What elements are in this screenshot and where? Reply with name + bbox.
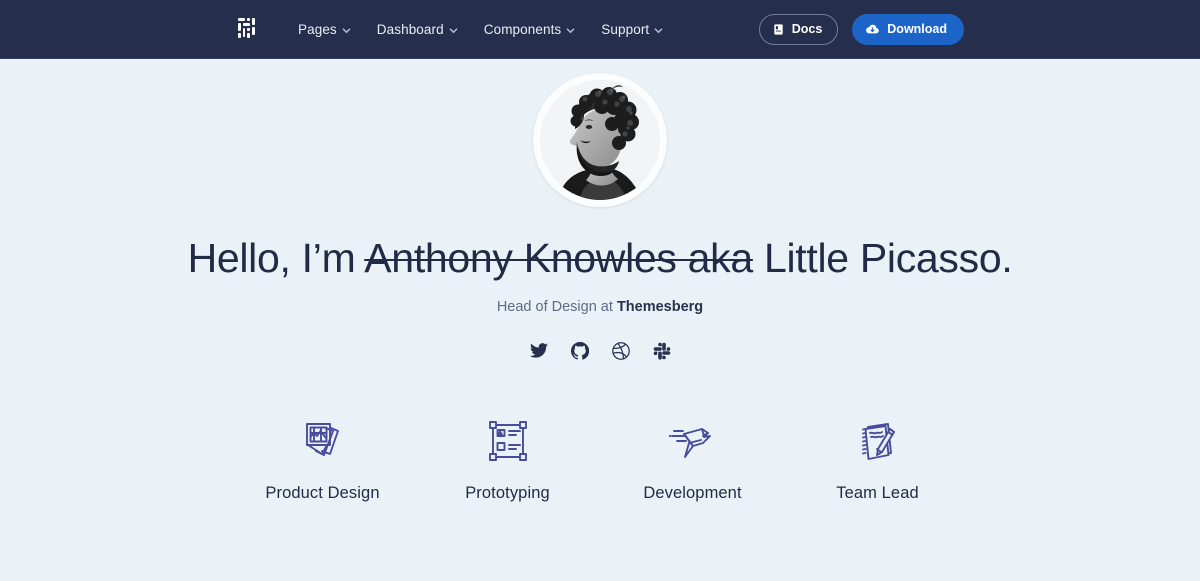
nav-item-components[interactable]: Components bbox=[484, 22, 576, 37]
nav-item-label: Pages bbox=[298, 21, 337, 37]
navbar-container: Pages Dashboard Components Support Docs … bbox=[0, 0, 1200, 58]
social-links bbox=[0, 341, 1200, 361]
nav-item-label: Support bbox=[601, 21, 650, 37]
twitter-icon[interactable] bbox=[529, 341, 549, 361]
skill-label: Development bbox=[643, 484, 742, 503]
subtitle-role: Head of Design at bbox=[496, 299, 617, 316]
brand-logo[interactable] bbox=[236, 16, 262, 42]
nav-item-support[interactable]: Support bbox=[601, 22, 663, 37]
avatar-image bbox=[540, 80, 660, 200]
skill-item-product-design[interactable]: Product Design bbox=[230, 410, 415, 503]
navbar-actions: Docs Download bbox=[758, 13, 964, 45]
chevron-down-icon bbox=[449, 26, 458, 35]
skill-label: Prototyping bbox=[465, 484, 550, 503]
headline-prefix: Hello, I’m bbox=[187, 235, 365, 281]
headline-struck-name: Anthony Knowles aka bbox=[364, 235, 753, 281]
skill-label: Team Lead bbox=[836, 484, 919, 503]
cloud-download-icon bbox=[865, 23, 880, 36]
hero-section: Hello, I’m Anthony Knowles aka Little Pi… bbox=[0, 59, 1200, 503]
page-title: Hello, I’m Anthony Knowles aka Little Pi… bbox=[0, 233, 1200, 283]
chevron-down-icon bbox=[342, 26, 351, 35]
profile-portrait-illustration bbox=[540, 80, 660, 200]
docs-button-label: Docs bbox=[791, 21, 823, 36]
primary-nav: Pages Dashboard Components Support bbox=[298, 22, 663, 37]
subtitle-company: Themesberg bbox=[616, 299, 704, 316]
skill-label: Product Design bbox=[265, 484, 380, 503]
docs-button[interactable]: Docs bbox=[758, 13, 839, 45]
themesberg-logo-icon bbox=[236, 16, 262, 42]
nav-item-label: Dashboard bbox=[376, 21, 444, 37]
book-icon bbox=[772, 23, 785, 36]
subtitle: Head of Design at Themesberg bbox=[0, 299, 1200, 315]
download-button-label: Download bbox=[887, 21, 947, 36]
skill-item-development[interactable]: Development bbox=[600, 410, 785, 503]
avatar bbox=[533, 73, 667, 207]
artboard-wireframe-icon bbox=[415, 410, 600, 472]
chevron-down-icon bbox=[654, 26, 663, 35]
notepad-pencil-icon bbox=[785, 410, 970, 472]
nav-item-label: Components bbox=[483, 21, 562, 37]
download-button[interactable]: Download bbox=[852, 13, 964, 45]
dribbble-icon[interactable] bbox=[611, 341, 631, 361]
github-icon[interactable] bbox=[570, 341, 590, 361]
origami-bird-icon bbox=[600, 410, 785, 472]
skill-item-prototyping[interactable]: Prototyping bbox=[415, 410, 600, 503]
skills-list: Product Design Prototyping Development T… bbox=[0, 410, 1200, 503]
nav-item-pages[interactable]: Pages bbox=[298, 22, 351, 37]
photos-stack-icon bbox=[230, 410, 415, 472]
skill-item-team-lead[interactable]: Team Lead bbox=[785, 410, 970, 503]
nav-item-dashboard[interactable]: Dashboard bbox=[377, 22, 458, 37]
chevron-down-icon bbox=[566, 26, 575, 35]
top-navbar: Pages Dashboard Components Support Docs … bbox=[0, 0, 1200, 59]
headline-suffix: Little Picasso. bbox=[752, 235, 1013, 281]
slack-icon[interactable] bbox=[652, 341, 672, 361]
